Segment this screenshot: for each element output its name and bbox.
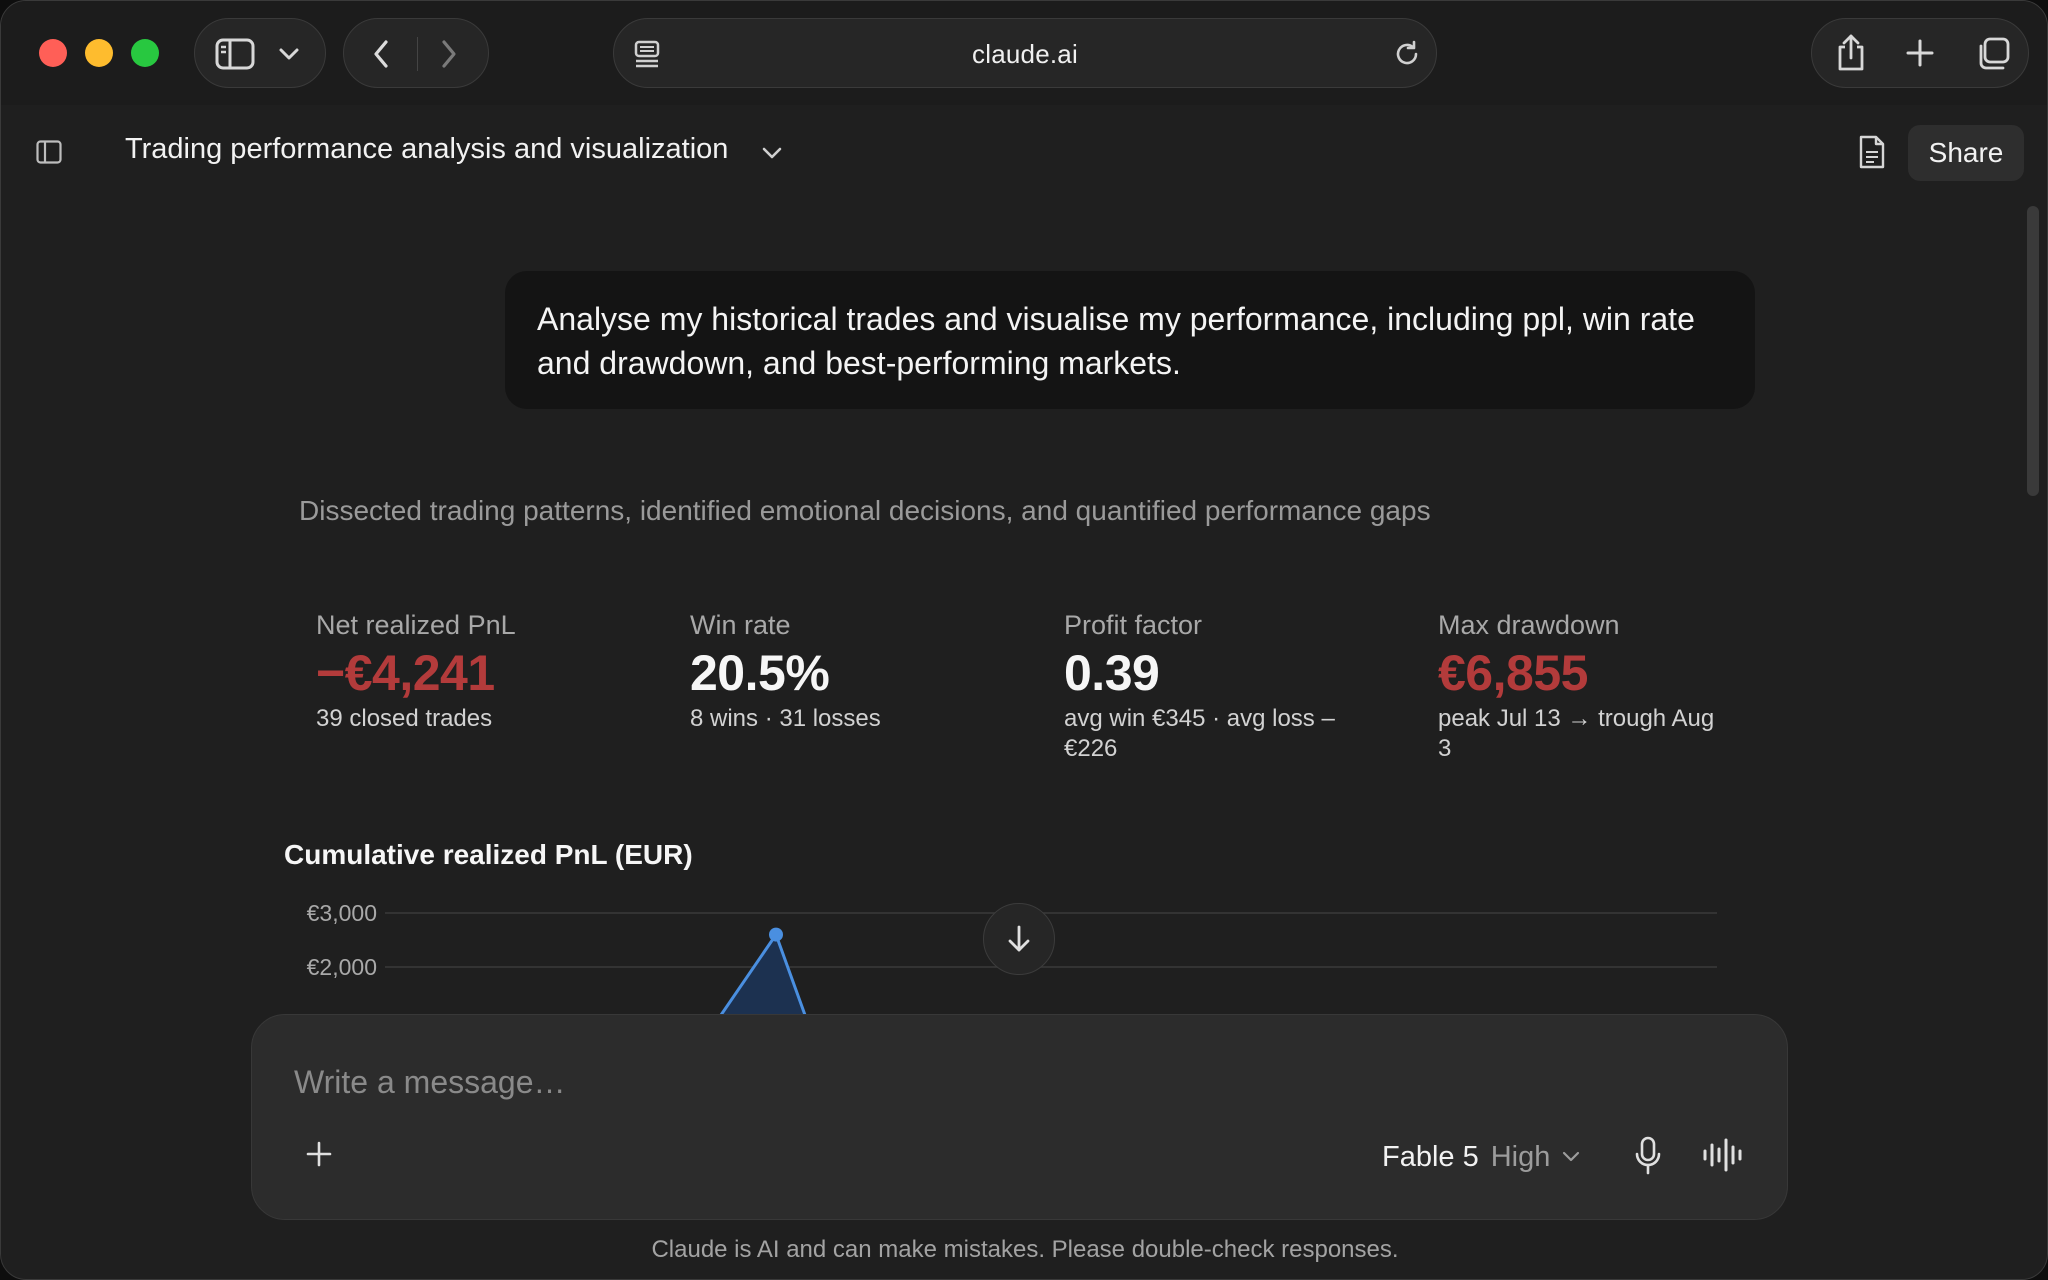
ai-disclaimer: Claude is AI and can make mistakes. Plea… bbox=[651, 1236, 1399, 1263]
title-chevron-down-icon[interactable] bbox=[761, 145, 783, 161]
sidebar-toggle-icon[interactable] bbox=[215, 37, 255, 71]
microphone-icon bbox=[1635, 1136, 1661, 1175]
metric-profit-factor: Profit factor 0.39 avg win €345 · avg lo… bbox=[1064, 608, 1384, 764]
metric-value: −€4,241 bbox=[316, 645, 495, 701]
model-selector[interactable]: Fable 5 High bbox=[1382, 1137, 1580, 1177]
url-text[interactable]: claude.ai bbox=[614, 19, 1436, 89]
document-icon[interactable] bbox=[1857, 133, 1887, 171]
browser-actions-group bbox=[1811, 18, 2029, 88]
metric-label: Net realized PnL bbox=[316, 610, 516, 640]
metric-value: 0.39 bbox=[1064, 645, 1160, 701]
chevron-right-icon[interactable] bbox=[436, 39, 462, 69]
pnl-peak-point[interactable] bbox=[769, 927, 783, 942]
chevron-down-icon bbox=[1563, 1151, 1580, 1162]
y-tick-label: €3,000 bbox=[307, 900, 377, 926]
browser-window: claude.ai Trading performance analysis a… bbox=[0, 0, 2048, 1280]
thinking-summary[interactable]: Dissected trading patterns, identified e… bbox=[299, 495, 1431, 527]
voice-mode-button[interactable] bbox=[1702, 1137, 1746, 1173]
sidebar-toggle-group bbox=[194, 18, 326, 88]
user-message: Analyse my historical trades and visuali… bbox=[505, 271, 1755, 409]
scroll-to-bottom-button[interactable] bbox=[983, 903, 1055, 975]
address-bar[interactable]: claude.ai bbox=[613, 18, 1437, 88]
metric-sub: 8 wins · 31 losses bbox=[690, 705, 881, 732]
metric-label: Profit factor bbox=[1064, 610, 1203, 640]
voice-waveform-icon bbox=[1703, 1138, 1742, 1172]
metric-sub: avg win €345 · avg loss –€226 bbox=[1064, 705, 1335, 762]
metric-sub: 39 closed trades bbox=[316, 705, 493, 732]
metric-value: €6,855 bbox=[1438, 645, 1588, 701]
metric-win-rate: Win rate 20.5% 8 wins · 31 losses bbox=[690, 608, 1010, 734]
share-icon[interactable] bbox=[1834, 33, 1868, 73]
pnl-area bbox=[721, 934, 805, 1015]
sidebar-panel-icon[interactable] bbox=[35, 139, 63, 165]
metric-label: Win rate bbox=[690, 610, 791, 640]
metric-sub: peak Jul 13 → trough Aug 3 bbox=[1438, 705, 1715, 762]
conversation-title[interactable]: Trading performance analysis and visuali… bbox=[125, 133, 728, 166]
minimize-window-button[interactable] bbox=[85, 39, 113, 67]
model-name: Fable 5 bbox=[1382, 1140, 1479, 1173]
model-effort: High bbox=[1490, 1140, 1551, 1173]
plus-icon bbox=[306, 1141, 332, 1167]
conversation-header: Trading performance analysis and visuali… bbox=[1, 105, 2047, 201]
arrow-down-icon bbox=[1008, 925, 1030, 952]
metric-max-drawdown: Max drawdown €6,855 peak Jul 13 → trough… bbox=[1438, 608, 1758, 764]
plus-icon[interactable] bbox=[1904, 37, 1936, 69]
nav-divider bbox=[417, 37, 418, 71]
reload-icon[interactable] bbox=[1392, 39, 1422, 69]
close-window-button[interactable] bbox=[39, 39, 67, 67]
history-nav-group bbox=[343, 18, 489, 88]
chart-title: Cumulative realized PnL (EUR) bbox=[284, 839, 693, 870]
tab-overview-icon[interactable] bbox=[1974, 35, 2012, 73]
scrollbar-thumb[interactable] bbox=[2027, 206, 2039, 496]
dictation-button[interactable] bbox=[1630, 1135, 1666, 1177]
zoom-window-button[interactable] bbox=[131, 39, 159, 67]
share-button[interactable]: Share bbox=[1908, 125, 2024, 181]
chevron-down-icon[interactable] bbox=[277, 43, 301, 65]
metric-label: Max drawdown bbox=[1438, 610, 1620, 640]
add-attachment-button[interactable] bbox=[302, 1137, 336, 1171]
message-composer: Fable 5 High bbox=[251, 1014, 1788, 1220]
y-tick-label: €2,000 bbox=[307, 954, 377, 980]
chevron-left-icon[interactable] bbox=[368, 39, 394, 69]
browser-toolbar: claude.ai bbox=[1, 1, 2047, 105]
metric-net-pnl: Net realized PnL −€4,241 39 closed trade… bbox=[316, 608, 636, 734]
metric-value: 20.5% bbox=[690, 645, 830, 701]
message-input[interactable] bbox=[294, 1057, 1394, 1107]
